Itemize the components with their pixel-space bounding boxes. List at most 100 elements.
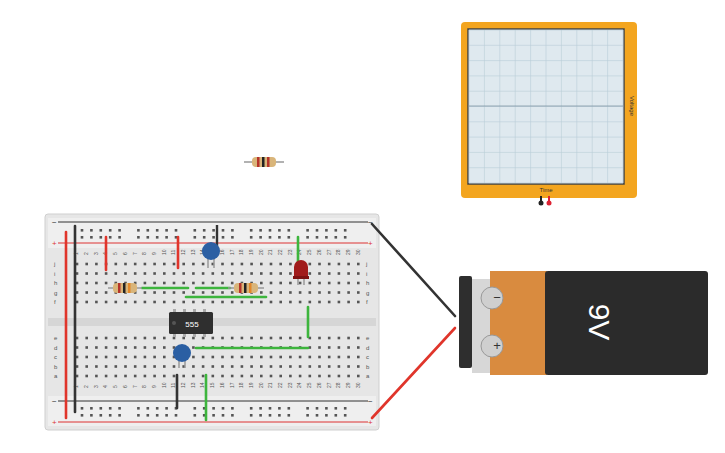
column-number: 6 — [122, 252, 128, 255]
column-number: 23 — [287, 249, 293, 255]
wire[interactable] — [196, 287, 230, 290]
column-number: 26 — [316, 249, 322, 255]
column-number: 25 — [306, 382, 312, 388]
column-number: 14 — [199, 382, 205, 388]
row-letter: a — [366, 373, 370, 379]
red-probe-icon[interactable] — [547, 201, 552, 206]
oscilloscope-screen — [468, 29, 624, 184]
column-number: 13 — [190, 382, 196, 388]
column-number: 20 — [258, 249, 264, 255]
wire[interactable] — [372, 328, 455, 418]
column-number: 18 — [238, 249, 244, 255]
column-number: 4 — [102, 385, 108, 388]
row-letter: g — [54, 290, 57, 296]
battery-label: 9V — [583, 304, 616, 341]
row-letter: d — [54, 345, 57, 351]
row-letter: e — [54, 335, 58, 341]
column-number: 25 — [306, 249, 312, 255]
resistor[interactable] — [108, 283, 142, 293]
row-letter: c — [366, 354, 369, 360]
wire[interactable] — [105, 237, 108, 270]
wire[interactable] — [176, 375, 179, 408]
column-number: 3 — [93, 252, 99, 255]
black-probe-icon[interactable] — [539, 201, 544, 206]
row-letter: a — [54, 373, 58, 379]
circuit-canvas: TimeVoltage−+−+−+−+112233445566778899101… — [0, 0, 725, 453]
rail-positive-sign: + — [52, 239, 57, 248]
column-number: 24 — [296, 382, 302, 388]
column-number: 22 — [277, 249, 283, 255]
row-letter: f — [54, 299, 56, 305]
column-number: 9 — [151, 385, 157, 388]
column-number: 19 — [248, 382, 254, 388]
wire[interactable] — [142, 287, 188, 290]
wire[interactable] — [372, 224, 455, 316]
wire[interactable] — [65, 232, 68, 418]
column-number: 12 — [180, 382, 186, 388]
row-letter: f — [366, 299, 368, 305]
capacitor[interactable] — [202, 225, 220, 268]
led[interactable] — [293, 260, 309, 285]
column-number: 17 — [229, 382, 235, 388]
column-number: 27 — [326, 382, 332, 388]
column-number: 6 — [122, 385, 128, 388]
wire[interactable] — [196, 347, 308, 350]
column-number: 5 — [112, 252, 118, 255]
wire[interactable] — [307, 307, 310, 337]
column-number: 29 — [345, 382, 351, 388]
row-letter: j — [53, 261, 55, 267]
column-number: 27 — [326, 249, 332, 255]
resistor[interactable] — [228, 283, 264, 293]
time-label: Time — [539, 187, 553, 193]
wire[interactable] — [297, 237, 300, 262]
row-letter: h — [54, 280, 57, 286]
wire[interactable] — [74, 226, 77, 412]
oscilloscope[interactable]: Time Voltage — [461, 22, 637, 206]
wire[interactable] — [177, 237, 180, 268]
column-number: 21 — [267, 382, 273, 388]
column-number: 8 — [141, 385, 147, 388]
rail-positive-sign: + — [368, 239, 373, 248]
column-number: 28 — [335, 382, 341, 388]
column-number: 5 — [112, 385, 118, 388]
column-number: 2 — [83, 252, 89, 255]
voltage-label: Voltage — [629, 96, 635, 117]
chip-label: 555 — [185, 320, 199, 329]
row-letter: g — [366, 290, 369, 296]
column-number: 18 — [238, 382, 244, 388]
row-letter: j — [365, 261, 367, 267]
column-number: 16 — [219, 382, 225, 388]
column-number: 13 — [190, 249, 196, 255]
column-number: 30 — [355, 249, 361, 255]
breadboard[interactable]: −+−+−+−+11223344556677889910101111121213… — [45, 214, 379, 430]
column-number: 21 — [267, 249, 273, 255]
column-number: 9 — [151, 252, 157, 255]
rail-positive-sign: + — [368, 418, 373, 427]
battery-positive-sign: + — [493, 338, 501, 353]
row-letter: e — [366, 335, 370, 341]
column-number: 8 — [141, 252, 147, 255]
rail-negative-sign: − — [368, 397, 373, 406]
row-letter: i — [54, 271, 55, 277]
column-number: 7 — [132, 252, 138, 255]
column-number: 26 — [316, 382, 322, 388]
wire[interactable] — [205, 375, 208, 420]
capacitor[interactable] — [173, 344, 191, 368]
wire[interactable] — [186, 296, 266, 299]
rail-negative-sign: − — [52, 218, 57, 227]
loose-resistor[interactable] — [244, 157, 284, 167]
row-letter: b — [54, 364, 58, 370]
column-number: 28 — [335, 249, 341, 255]
rail-positive-sign: + — [52, 418, 57, 427]
workspace: TimeVoltage−+−+−+−+112233445566778899101… — [0, 0, 725, 453]
row-letter: c — [54, 354, 57, 360]
column-number: 29 — [345, 249, 351, 255]
battery[interactable]: −+9V — [459, 271, 708, 375]
timer-chip[interactable]: 555 — [169, 309, 213, 337]
column-number: 20 — [258, 382, 264, 388]
column-number: 17 — [229, 249, 235, 255]
row-letter: i — [366, 271, 367, 277]
column-number: 3 — [93, 385, 99, 388]
column-number: 23 — [287, 382, 293, 388]
column-number: 10 — [161, 382, 167, 388]
